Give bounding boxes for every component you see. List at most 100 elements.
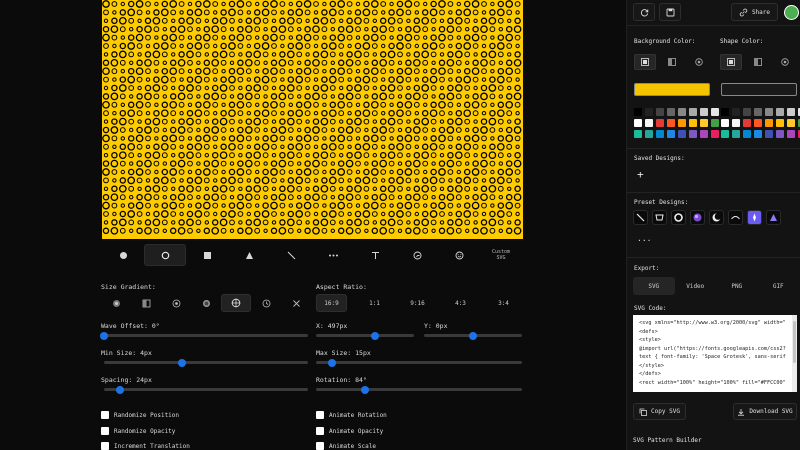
shape-dots-button[interactable] [312, 244, 354, 266]
preset-thumb-1[interactable] [633, 210, 648, 225]
color-swatch[interactable] [689, 130, 697, 138]
color-swatch[interactable] [656, 108, 664, 116]
gradient-crosshair-button[interactable] [221, 294, 251, 312]
color-swatch[interactable] [787, 119, 795, 127]
rotation-slider[interactable] [316, 385, 522, 394]
color-swatch[interactable] [754, 119, 762, 127]
aspect-9-16-button[interactable]: 9:16 [402, 294, 433, 312]
animate-rotation-checkbox[interactable]: Animate Rotation [316, 411, 387, 419]
color-swatch[interactable] [754, 108, 762, 116]
preset-thumb-6[interactable] [728, 210, 743, 225]
code-scrollbar[interactable] [792, 315, 797, 392]
svg-code-textarea[interactable]: <svg xmlns="http://www.w3.org/2000/svg" … [633, 315, 797, 392]
gradient-clock-button[interactable] [251, 294, 281, 312]
wave-offset-slider[interactable] [100, 331, 308, 340]
color-swatch[interactable] [732, 108, 740, 116]
download-svg-button[interactable]: Download SVG [733, 403, 797, 420]
shape-custom-svg-button[interactable]: Custom SVG [480, 244, 522, 266]
checkbox-box[interactable] [316, 411, 324, 419]
color-swatch[interactable] [721, 130, 729, 138]
color-swatch[interactable] [634, 119, 642, 127]
shape-line-button[interactable] [270, 244, 312, 266]
x-offset-slider[interactable] [316, 331, 414, 340]
color-swatch[interactable] [711, 130, 719, 138]
gradient-center-button[interactable] [161, 294, 191, 312]
shape-text-button[interactable] [354, 244, 396, 266]
color-swatch[interactable] [700, 108, 708, 116]
increment-translation-checkbox[interactable]: Increment Translation [101, 442, 190, 450]
color-swatch[interactable] [678, 119, 686, 127]
gradient-none-button[interactable] [281, 294, 311, 312]
color-swatch[interactable] [678, 108, 686, 116]
export-tab-svg[interactable]: SVG [633, 277, 675, 295]
spacing-slider[interactable] [104, 385, 308, 394]
shape-square-button[interactable] [186, 244, 228, 266]
color-swatch[interactable] [667, 108, 675, 116]
checkbox-box[interactable] [316, 442, 324, 450]
export-tab-gif[interactable]: GIF [758, 277, 800, 295]
checkbox-box[interactable] [316, 427, 324, 435]
color-swatch[interactable] [732, 119, 740, 127]
y-offset-slider[interactable] [424, 331, 522, 340]
randomize-position-checkbox[interactable]: Randomize Position [101, 411, 179, 419]
color-swatch[interactable] [721, 119, 729, 127]
color-swatch[interactable] [689, 108, 697, 116]
animate-scale-checkbox[interactable]: Animate Scale [316, 442, 376, 450]
color-swatch[interactable] [776, 108, 784, 116]
bg-gradient-button[interactable] [661, 54, 683, 70]
color-swatch[interactable] [634, 108, 642, 116]
color-swatch[interactable] [645, 130, 653, 138]
gradient-radial-button[interactable] [101, 294, 131, 312]
max-size-slider[interactable] [316, 358, 522, 367]
color-swatch[interactable] [645, 108, 653, 116]
export-tab-video[interactable]: Video [675, 277, 717, 295]
gradient-edge-button[interactable] [191, 294, 221, 312]
color-swatch[interactable] [645, 119, 653, 127]
x-offset-knob[interactable] [370, 331, 379, 340]
y-offset-knob[interactable] [469, 331, 477, 340]
add-design-button[interactable]: + [637, 168, 644, 181]
gradient-linear-button[interactable] [131, 294, 161, 312]
color-swatch[interactable] [765, 130, 773, 138]
color-swatch[interactable] [634, 130, 642, 138]
shape-color-picker[interactable] [721, 83, 797, 96]
color-swatch[interactable] [765, 119, 773, 127]
preset-thumb-4[interactable] [690, 210, 705, 225]
color-swatch[interactable] [678, 130, 686, 138]
color-swatch[interactable] [667, 130, 675, 138]
shape-spiral-button[interactable] [396, 244, 438, 266]
bg-radial-button[interactable] [688, 54, 710, 70]
color-swatch[interactable] [656, 130, 664, 138]
preset-thumb-8[interactable] [766, 210, 781, 225]
color-swatch[interactable] [711, 119, 719, 127]
aspect-16-9-button[interactable]: 16:9 [316, 294, 347, 312]
checkbox-box[interactable] [101, 442, 109, 450]
color-swatch[interactable] [656, 119, 664, 127]
export-tab-png[interactable]: PNG [716, 277, 758, 295]
color-swatch[interactable] [743, 119, 751, 127]
min-size-knob[interactable] [177, 358, 186, 367]
copy-svg-button[interactable]: Copy SVG [633, 403, 686, 420]
avatar[interactable] [784, 4, 799, 20]
code-scrollbar-thumb[interactable] [793, 321, 796, 363]
preset-thumb-7[interactable] [747, 210, 762, 225]
color-swatch[interactable] [700, 119, 708, 127]
color-swatch[interactable] [689, 119, 697, 127]
color-swatch[interactable] [721, 108, 729, 116]
max-size-knob[interactable] [328, 358, 337, 367]
shape-solid-button[interactable] [720, 54, 742, 70]
min-size-slider[interactable] [104, 358, 308, 367]
refresh-button[interactable] [633, 3, 655, 21]
color-swatch[interactable] [732, 130, 740, 138]
color-swatch[interactable] [667, 119, 675, 127]
shape-gradient-button[interactable] [747, 54, 769, 70]
shape-circle-button[interactable] [102, 244, 144, 266]
pattern-canvas[interactable] [102, 0, 523, 239]
color-swatch[interactable] [743, 130, 751, 138]
color-swatch[interactable] [700, 130, 708, 138]
color-swatch[interactable] [787, 108, 795, 116]
background-color-picker[interactable] [634, 83, 710, 96]
color-swatch[interactable] [776, 130, 784, 138]
color-swatch[interactable] [787, 130, 795, 138]
checkbox-box[interactable] [101, 411, 109, 419]
